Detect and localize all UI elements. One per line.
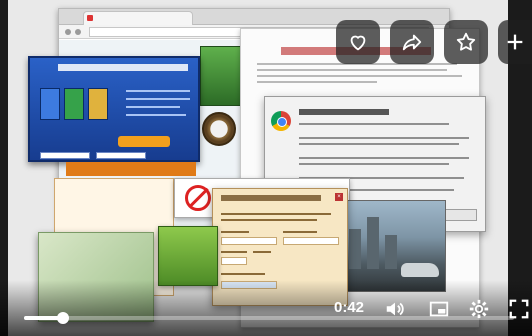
ad-input — [40, 152, 90, 159]
video-player[interactable]: × 0:42 — [0, 0, 532, 336]
share-icon — [402, 34, 422, 51]
miniplayer-icon[interactable] — [428, 298, 450, 320]
ad-text-line — [126, 106, 180, 108]
tab-favicon-icon — [87, 15, 93, 21]
building-shape — [367, 217, 379, 269]
city-photo — [334, 200, 446, 292]
building-shape — [385, 235, 397, 269]
no-smoking-icon — [185, 185, 211, 211]
field-label — [221, 273, 265, 275]
ad-input — [96, 152, 146, 159]
ad-product-box — [64, 88, 84, 120]
volume-icon[interactable] — [384, 298, 406, 320]
forward-icon — [75, 29, 81, 35]
ad-text-line — [126, 114, 186, 116]
age-field — [221, 257, 247, 265]
article-line — [257, 75, 462, 77]
car-shape — [401, 263, 439, 277]
article-line — [257, 81, 377, 83]
name-field — [221, 237, 277, 245]
popup-text-line — [221, 219, 317, 221]
ad-headline — [58, 64, 188, 71]
popup-title — [221, 195, 321, 201]
ad-product-box — [88, 88, 108, 120]
share-button[interactable] — [390, 20, 434, 64]
dialog-line — [299, 137, 469, 139]
like-button[interactable] — [336, 20, 380, 64]
dialog-line — [299, 157, 469, 159]
popup-text-line — [221, 213, 331, 215]
save-button[interactable] — [444, 20, 488, 64]
watch-image — [202, 112, 236, 146]
surname-field — [283, 237, 339, 245]
gear-icon[interactable] — [468, 298, 490, 320]
dialog-title — [299, 109, 389, 115]
ad-text-line — [126, 98, 190, 100]
close-icon: × — [335, 193, 343, 201]
field-label — [253, 251, 271, 253]
add-button[interactable] — [498, 20, 532, 64]
dialog-line — [299, 163, 449, 165]
heart-icon — [350, 35, 366, 51]
progress-handle[interactable] — [57, 312, 70, 324]
star-icon — [456, 32, 476, 51]
elapsed-time: 0:42 — [334, 299, 365, 316]
field-label — [221, 251, 247, 253]
plus-icon — [507, 34, 523, 50]
field-label — [221, 231, 249, 233]
field-label — [283, 231, 317, 233]
browser-tabbar — [59, 9, 449, 25]
dialog-line — [299, 123, 449, 125]
ad-button — [118, 136, 170, 147]
fullscreen-icon[interactable] — [508, 298, 530, 320]
orange-banner — [66, 162, 196, 176]
player-controls: 0:42 — [0, 280, 532, 336]
building-shape — [349, 229, 361, 269]
ad-product-box — [40, 88, 60, 120]
article-line — [257, 69, 447, 71]
dialog-line — [299, 143, 459, 145]
blue-software-ad — [28, 56, 200, 162]
browser-tab — [83, 11, 193, 25]
back-icon — [65, 29, 71, 35]
ad-text-line — [126, 90, 190, 92]
chrome-logo-icon — [271, 111, 291, 131]
green-product-box — [158, 226, 218, 286]
